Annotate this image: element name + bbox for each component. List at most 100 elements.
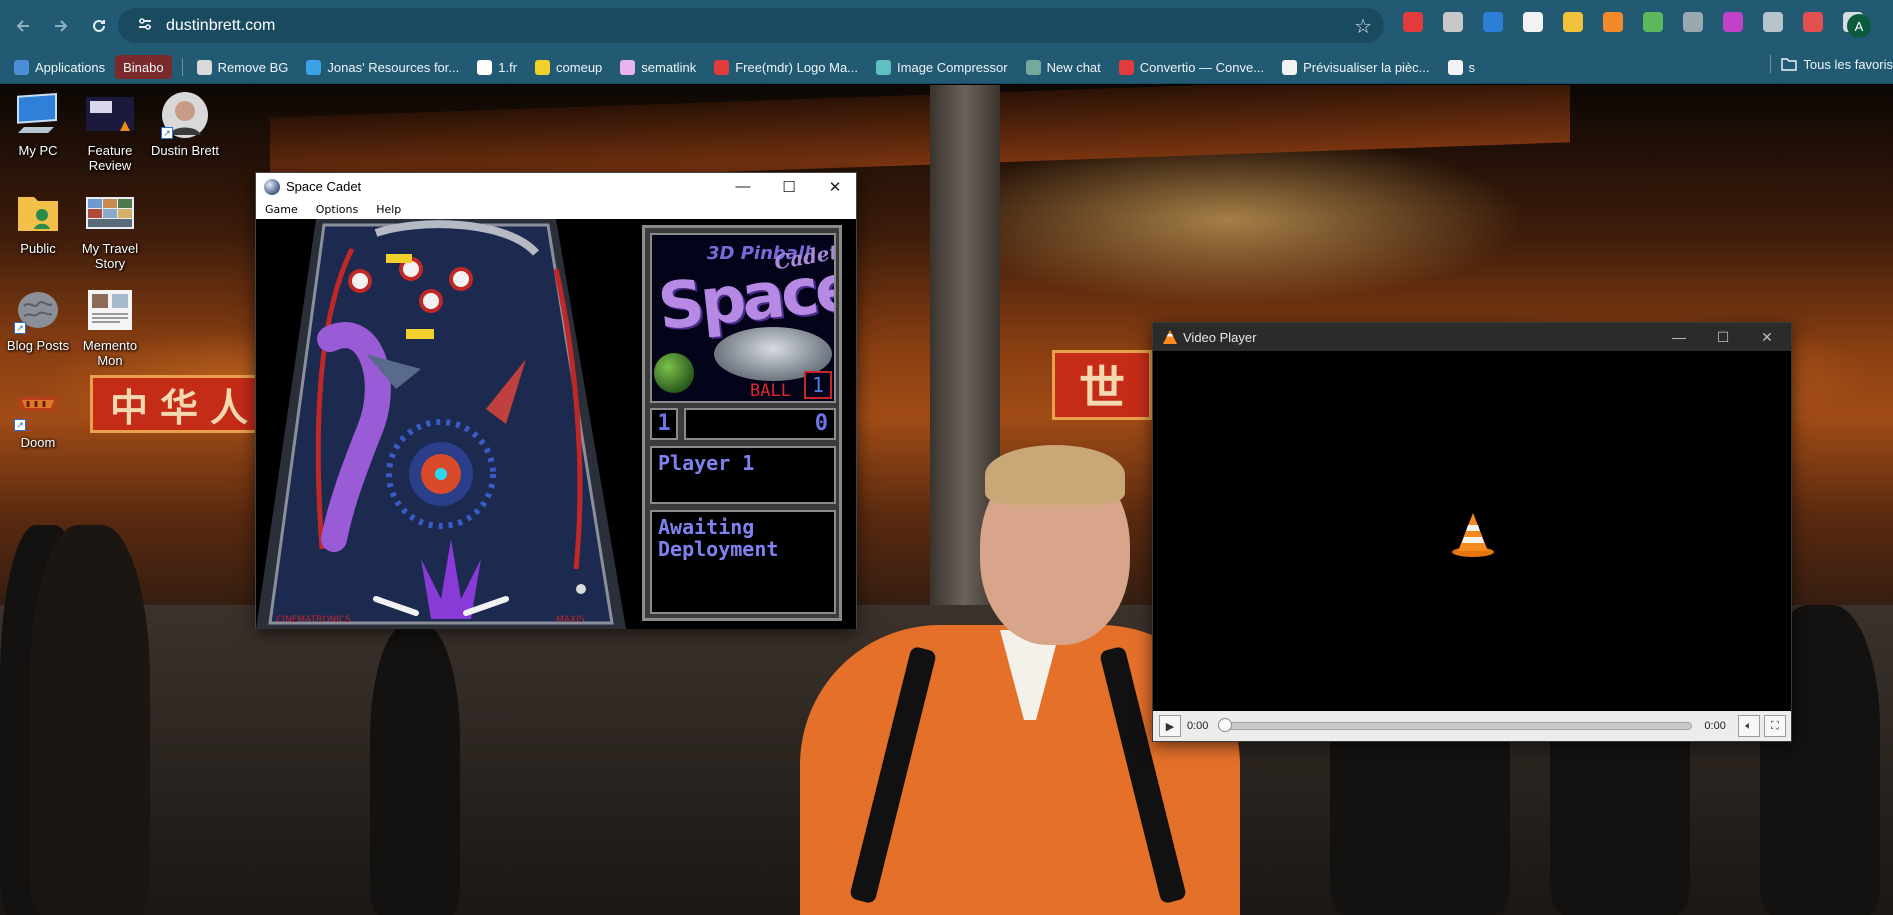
bookmark-label: New chat xyxy=(1046,59,1101,75)
document-thumbnail-icon xyxy=(86,286,134,334)
bookmark-item[interactable]: Jonas' Resources for... xyxy=(302,55,463,79)
extension-icon[interactable] xyxy=(1603,12,1623,32)
video-player-window: Video Player — ☐ ✕ ▶ 0:00 0:00 🔈︎ ⛶ xyxy=(1152,322,1792,742)
desktop-icon-blog-posts[interactable]: ↗ Blog Posts xyxy=(0,286,76,353)
total-time: 0:00 xyxy=(1704,720,1726,732)
profile-avatar[interactable]: A xyxy=(1847,14,1871,38)
volume-button[interactable]: 🔈︎ xyxy=(1737,715,1760,737)
play-icon: ▶ xyxy=(1165,720,1175,733)
maximize-button[interactable]: ☐ xyxy=(766,173,812,200)
bookmark-favicon-icon xyxy=(714,59,730,75)
video-display[interactable] xyxy=(1153,351,1791,711)
minimize-icon: — xyxy=(735,178,751,195)
doom-logo-icon: ↗ xyxy=(14,383,62,431)
minimize-button[interactable]: — xyxy=(1657,323,1701,351)
video-controls: ▶ 0:00 0:00 🔈︎ ⛶ xyxy=(1153,711,1791,741)
bookmarks-divider xyxy=(181,58,183,76)
fullscreen-button[interactable]: ⛶ xyxy=(1763,715,1786,737)
bookmark-label: s xyxy=(1468,59,1476,75)
player-message-text: Player 1 xyxy=(658,451,755,475)
extension-icon[interactable] xyxy=(1643,12,1663,32)
extension-icon[interactable] xyxy=(1723,12,1743,32)
bookmark-label: sematlink xyxy=(641,59,697,75)
bookmark-item[interactable]: New chat xyxy=(1022,55,1105,79)
space-cadet-logo: 3D Pinball Space Cadet BALL 1 xyxy=(650,233,836,403)
seek-bar[interactable] xyxy=(1218,718,1693,732)
desktop-icon-my-pc[interactable]: My PC xyxy=(0,91,76,158)
window-title: Video Player xyxy=(1183,329,1257,345)
extension-icon[interactable] xyxy=(1803,12,1823,32)
extension-icon[interactable] xyxy=(1523,12,1543,32)
bookmark-favicon-icon xyxy=(620,59,636,75)
desktop-icon-public[interactable]: Public xyxy=(0,189,76,256)
bookmark-item[interactable]: sematlink xyxy=(616,55,700,79)
close-button[interactable]: ✕ xyxy=(812,173,858,200)
pinball-game-area[interactable]: CINEMATRONICS MAXIS 3D Pinball Space Cad… xyxy=(256,219,856,629)
video-thumbnail-icon xyxy=(86,91,134,139)
mission-message-line2: Deployment xyxy=(658,537,779,561)
address-bar[interactable]: dustinbrett.com ☆ xyxy=(118,8,1384,43)
menu-help[interactable]: Help xyxy=(367,203,410,216)
forward-button[interactable] xyxy=(46,11,76,41)
bookmark-star-icon[interactable]: ☆ xyxy=(1354,14,1372,39)
brain-icon: ↗ xyxy=(14,286,62,334)
computer-icon xyxy=(14,91,62,139)
extension-icon[interactable] xyxy=(1563,12,1583,32)
bookmark-item[interactable]: Remove BG xyxy=(193,55,293,79)
bookmark-item[interactable]: comeup xyxy=(531,55,606,79)
desktop-icon-label: My PC xyxy=(18,143,58,158)
bookmark-label: Binabo xyxy=(123,59,164,75)
player-number: 1 xyxy=(650,408,678,440)
bookmark-item[interactable]: s xyxy=(1444,55,1480,79)
pinball-app-icon xyxy=(264,178,280,195)
ball-label: BALL xyxy=(750,381,791,401)
desktop-icon-dustin-brett[interactable]: ↗ Dustin Brett xyxy=(147,91,223,158)
bookmark-item[interactable]: Image Compressor xyxy=(872,55,1012,79)
bookmark-item[interactable]: Free(mdr) Logo Ma... xyxy=(710,55,862,79)
score-row: 1 0 xyxy=(650,408,836,440)
vlc-cone-icon xyxy=(1452,513,1494,557)
desktop-icon-doom[interactable]: ↗ Doom xyxy=(0,383,76,450)
maxis-label: MAXIS xyxy=(556,615,585,625)
close-button[interactable]: ✕ xyxy=(1745,323,1789,351)
shortcut-arrow-icon: ↗ xyxy=(161,127,173,139)
space-cadet-window: Space Cadet — ☐ ✕ Game Options Help CINE… xyxy=(255,172,857,629)
desktop-icon-my-travel-story[interactable]: My Travel Story xyxy=(72,189,148,271)
menu-game[interactable]: Game xyxy=(256,203,307,216)
score-value: 0 xyxy=(684,408,836,440)
extension-icon[interactable] xyxy=(1403,12,1423,32)
extension-icon[interactable] xyxy=(1683,12,1703,32)
play-button[interactable]: ▶ xyxy=(1159,715,1181,737)
reload-button[interactable] xyxy=(84,11,114,41)
bookmark-item[interactable]: Binabo xyxy=(115,55,172,79)
menu-options[interactable]: Options xyxy=(307,203,367,216)
desktop-icon-memento-mon[interactable]: Memento Mon xyxy=(72,286,148,368)
bookmark-item[interactable]: Prévisualiser la pièc... xyxy=(1278,55,1433,79)
seek-handle[interactable] xyxy=(1218,718,1233,732)
bookmark-label: Jonas' Resources for... xyxy=(327,59,460,75)
minimize-button[interactable]: — xyxy=(720,173,766,200)
browser-toolbar: dustinbrett.com ☆ A xyxy=(0,0,1893,51)
mission-message: Awaiting Deployment xyxy=(650,510,836,614)
bookmark-item[interactable]: Convertio — Conve... xyxy=(1115,55,1268,79)
bookmark-label: Convertio — Conve... xyxy=(1139,59,1265,75)
bookmark-item[interactable]: 1.fr xyxy=(473,55,521,79)
site-info-icon[interactable] xyxy=(130,16,160,36)
url-text: dustinbrett.com xyxy=(166,16,276,34)
desktop-icon-label: Feature Review xyxy=(87,143,133,173)
extension-icon[interactable] xyxy=(1443,12,1463,32)
back-button[interactable] xyxy=(8,11,38,41)
extension-icon[interactable] xyxy=(1763,12,1783,32)
bookmark-favicon-icon xyxy=(196,59,212,75)
folder-icon xyxy=(1781,58,1798,71)
extension-icon[interactable] xyxy=(1483,12,1503,32)
bookmark-favicon-icon xyxy=(306,59,322,75)
window-title: Space Cadet xyxy=(286,179,362,194)
maximize-button[interactable]: ☐ xyxy=(1701,323,1745,351)
bookmark-item[interactable]: Applications xyxy=(10,55,109,79)
desktop-icon-feature-review[interactable]: Feature Review xyxy=(72,91,148,173)
bookmark-favicon-icon xyxy=(1025,59,1041,75)
all-bookmarks[interactable]: Tous les favoris xyxy=(1760,55,1893,73)
bookmark-label: Free(mdr) Logo Ma... xyxy=(735,59,859,75)
pinball-table[interactable]: CINEMATRONICS MAXIS xyxy=(256,219,626,629)
